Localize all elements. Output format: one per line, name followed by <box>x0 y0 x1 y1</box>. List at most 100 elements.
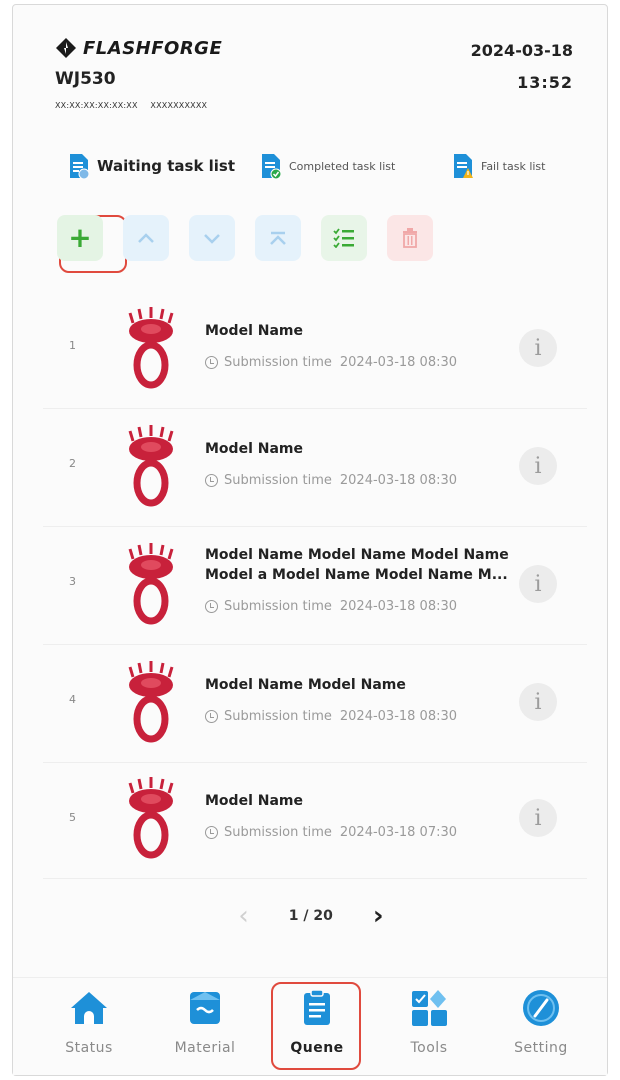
info-icon: i <box>534 335 542 361</box>
delete-icon <box>403 228 417 248</box>
pagination: ‹ 1 / 20 › <box>13 901 609 931</box>
select-all-icon <box>333 228 354 248</box>
tab-waiting-label: Waiting task list <box>97 157 236 175</box>
bottom-nav: Status Material Quene Tools Setting <box>13 977 607 1075</box>
queue-icon <box>304 989 330 1025</box>
task-submission: Submission time 2024-03-18 08:30 <box>205 709 457 724</box>
submission-time: 2024-03-18 08:30 <box>339 599 458 614</box>
doc-warning-icon <box>454 154 473 178</box>
tab-fail-label: Fail task list <box>481 159 546 173</box>
add-task-button[interactable]: + <box>57 215 103 261</box>
info-icon: i <box>534 453 542 479</box>
ring-model-thumbnail <box>128 543 174 625</box>
device-mac: XX:XX:XX:XX:XX:XX <box>55 101 138 110</box>
info-button[interactable]: i <box>519 329 557 367</box>
delete-button[interactable] <box>387 215 433 261</box>
move-up-icon <box>138 233 154 243</box>
doc-check-icon <box>262 154 281 179</box>
move-down-icon <box>204 234 220 244</box>
tab-completed[interactable]: Completed task list <box>261 153 395 179</box>
select-all-button[interactable] <box>321 215 367 261</box>
task-row[interactable]: 5 Model Name Submission time 2024-03-18 … <box>43 763 587 879</box>
task-title: Model Name <box>205 793 303 809</box>
date-display: 2024-03-18 <box>470 41 573 60</box>
submission-label: Submission time <box>224 355 332 370</box>
task-title: Model Name Model Name Model Name Model a… <box>205 547 509 583</box>
material-icon <box>190 992 220 1024</box>
tab-fail[interactable]: Fail task list <box>453 153 545 179</box>
clock-icon <box>205 474 218 487</box>
submission-label: Submission time <box>224 709 332 724</box>
tab-completed-label: Completed task list <box>289 159 396 173</box>
clock-icon <box>205 710 218 723</box>
task-row[interactable]: 2 Model Name Submission time 2024-03-18 … <box>43 409 587 527</box>
nav-tools-label: Tools <box>410 1040 448 1056</box>
info-button[interactable]: i <box>519 565 557 603</box>
next-page-button[interactable]: › <box>373 901 384 931</box>
move-up-button[interactable] <box>123 215 169 261</box>
task-row[interactable]: 1 Model Name Submission time 2024-03-18 … <box>43 291 587 409</box>
ring-model-thumbnail <box>128 777 174 859</box>
nav-tools[interactable]: Tools <box>389 988 469 1056</box>
move-top-button[interactable] <box>255 215 301 261</box>
submission-time: 2024-03-18 08:30 <box>339 709 458 724</box>
info-icon: i <box>534 805 542 831</box>
task-submission: Submission time 2024-03-18 08:30 <box>205 355 457 370</box>
clock-icon <box>205 356 218 369</box>
info-button[interactable]: i <box>519 447 557 485</box>
page-indicator: 1 / 20 <box>288 908 333 924</box>
task-number: 3 <box>69 575 76 588</box>
task-submission: Submission time 2024-03-18 07:30 <box>205 825 457 840</box>
submission-time: 2024-03-18 08:30 <box>339 473 458 488</box>
task-submission: Submission time 2024-03-18 08:30 <box>205 599 457 614</box>
info-button[interactable]: i <box>519 683 557 721</box>
move-top-icon <box>270 231 286 245</box>
nav-status-label: Status <box>65 1040 113 1056</box>
move-down-button[interactable] <box>189 215 235 261</box>
tab-waiting[interactable]: Waiting task list <box>69 153 235 179</box>
submission-time: 2024-03-18 08:30 <box>339 355 458 370</box>
task-title: Model Name <box>205 441 303 457</box>
device-id: XX:XX:XX:XX:XX:XX XXXXXXXXXX <box>55 101 217 110</box>
nav-status[interactable]: Status <box>49 988 129 1056</box>
device-serial: XXXXXXXXXX <box>150 101 208 110</box>
brand-logo: FLASHFORGE <box>55 37 222 59</box>
submission-label: Submission time <box>224 599 332 614</box>
nav-queue[interactable]: Quene <box>277 988 357 1056</box>
submission-label: Submission time <box>224 825 332 840</box>
task-title: Model Name <box>205 323 303 339</box>
gauge-icon <box>523 990 559 1026</box>
nav-queue-label: Quene <box>290 1040 344 1056</box>
nav-setting[interactable]: Setting <box>501 988 581 1056</box>
info-button[interactable]: i <box>519 799 557 837</box>
task-row[interactable]: 3 Model Name Model Name Model Name Model… <box>43 527 587 645</box>
flashforge-logo-icon <box>56 38 76 58</box>
task-number: 4 <box>69 693 76 706</box>
home-icon <box>71 992 107 1024</box>
ring-model-thumbnail <box>128 307 174 389</box>
prev-page-button[interactable]: ‹ <box>238 901 248 931</box>
doc-clock-icon <box>70 154 89 179</box>
clock-icon <box>205 826 218 839</box>
tools-icon <box>412 990 447 1026</box>
task-number: 1 <box>69 339 76 352</box>
info-icon: i <box>534 689 542 715</box>
task-number: 5 <box>69 811 76 824</box>
brand-name: FLASHFORGE <box>83 37 223 59</box>
task-toolbar: + <box>57 215 453 261</box>
task-submission: Submission time 2024-03-18 08:30 <box>205 473 457 488</box>
app-screen: FLASHFORGE WJ530 XX:XX:XX:XX:XX:XX XXXXX… <box>12 4 608 1076</box>
ring-model-thumbnail <box>128 425 174 507</box>
task-row[interactable]: 4 Model Name Model Name Submission time … <box>43 645 587 763</box>
nav-setting-label: Setting <box>514 1040 568 1056</box>
info-icon: i <box>534 571 542 597</box>
clock-icon <box>205 600 218 613</box>
nav-material-label: Material <box>174 1040 236 1056</box>
ring-model-thumbnail <box>128 661 174 743</box>
task-title: Model Name Model Name <box>205 677 406 693</box>
add-icon: + <box>68 221 92 254</box>
nav-material[interactable]: Material <box>165 988 245 1056</box>
submission-time: 2024-03-18 07:30 <box>339 825 458 840</box>
device-name: WJ530 <box>55 69 116 89</box>
task-number: 2 <box>69 457 76 470</box>
